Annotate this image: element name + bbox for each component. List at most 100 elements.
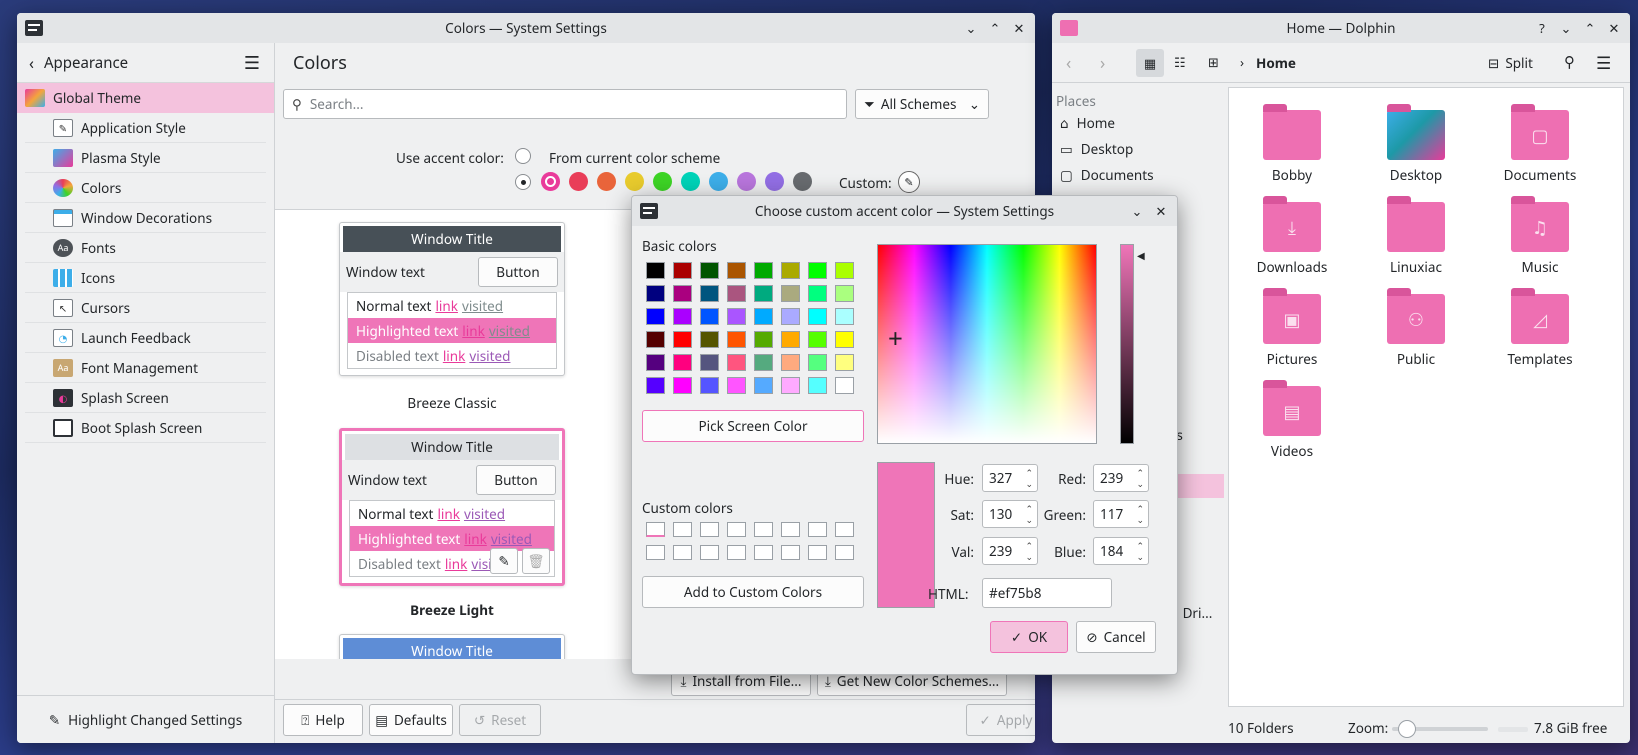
custom-color-cell[interactable] bbox=[781, 522, 800, 537]
search-icon[interactable]: ⚲ bbox=[1564, 52, 1575, 72]
minimize-icon[interactable]: ⌄ bbox=[1127, 201, 1147, 221]
basic-color-cell[interactable] bbox=[781, 377, 800, 394]
basic-color-cell[interactable] bbox=[754, 308, 773, 325]
places-item-desktop[interactable]: ▭ Desktop bbox=[1060, 140, 1133, 158]
accent-swatch[interactable] bbox=[709, 172, 728, 191]
basic-color-cell[interactable] bbox=[835, 308, 854, 325]
close-icon[interactable]: ✕ bbox=[1009, 18, 1029, 38]
custom-color-cell[interactable] bbox=[646, 545, 665, 560]
sidebar-item-launch-feedback[interactable]: ◔ Launch Feedback bbox=[25, 323, 266, 353]
icons-view-icon[interactable]: ▦ bbox=[1136, 49, 1164, 77]
basic-color-cell[interactable] bbox=[727, 308, 746, 325]
basic-color-cell[interactable] bbox=[781, 331, 800, 348]
basic-color-cell[interactable] bbox=[781, 262, 800, 279]
folder-item[interactable]: ▤ Videos bbox=[1237, 380, 1347, 460]
basic-color-cell[interactable] bbox=[781, 354, 800, 371]
basic-color-cell[interactable] bbox=[754, 377, 773, 394]
custom-color-cell[interactable] bbox=[727, 522, 746, 537]
close-icon[interactable]: ✕ bbox=[1151, 201, 1171, 221]
folder-item[interactable]: Bobby bbox=[1237, 104, 1347, 184]
basic-color-cell[interactable] bbox=[673, 285, 692, 302]
custom-color-cell[interactable] bbox=[700, 522, 719, 537]
basic-color-cell[interactable] bbox=[754, 331, 773, 348]
delete-scheme-button[interactable]: 🗑 bbox=[522, 548, 550, 574]
basic-color-cell[interactable] bbox=[646, 285, 665, 302]
scheme-preview-breeze-classic[interactable]: Window Title Window text Button Normal te… bbox=[339, 222, 565, 376]
accent-custom-radio[interactable] bbox=[515, 174, 531, 190]
ok-button[interactable]: ✓ OK bbox=[990, 621, 1068, 653]
basic-color-cell[interactable] bbox=[673, 377, 692, 394]
custom-color-cell[interactable] bbox=[781, 545, 800, 560]
sidebar-item-application-style[interactable]: ✎ Application Style bbox=[25, 113, 266, 143]
sidebar-item-global-theme[interactable]: Global Theme bbox=[17, 83, 274, 113]
custom-accent-picker-button[interactable]: ✎ bbox=[898, 171, 920, 193]
custom-color-cell[interactable] bbox=[808, 522, 827, 537]
basic-color-cell[interactable] bbox=[700, 377, 719, 394]
spin-arrows-icon[interactable]: ⌃ ⌄ bbox=[1136, 503, 1144, 525]
folder-item[interactable]: ◿ Templates bbox=[1485, 288, 1595, 368]
custom-color-cell[interactable] bbox=[808, 545, 827, 560]
basic-color-cell[interactable] bbox=[835, 377, 854, 394]
basic-color-cell[interactable] bbox=[808, 377, 827, 394]
custom-color-cell[interactable] bbox=[646, 522, 665, 537]
accent-swatch[interactable] bbox=[653, 172, 672, 191]
forward-icon[interactable]: › bbox=[1100, 51, 1105, 74]
basic-color-cell[interactable] bbox=[646, 377, 665, 394]
scheme-preview-breeze-light[interactable]: Window Title Window text Button Normal te… bbox=[339, 428, 565, 586]
basic-color-cell[interactable] bbox=[835, 331, 854, 348]
folder-item[interactable]: ⚇ Public bbox=[1361, 288, 1471, 368]
sidebar-item-colors[interactable]: Colors bbox=[25, 173, 266, 203]
highlight-changed-button[interactable]: ✎ Highlight Changed Settings bbox=[17, 695, 274, 743]
close-icon[interactable]: ✕ bbox=[1604, 18, 1624, 38]
basic-color-cell[interactable] bbox=[835, 262, 854, 279]
accent-swatch[interactable] bbox=[541, 172, 560, 191]
sidebar-item-font-management[interactable]: Aa Font Management bbox=[25, 353, 266, 383]
folder-item[interactable]: ⤓ Downloads bbox=[1237, 196, 1347, 276]
basic-color-cell[interactable] bbox=[700, 308, 719, 325]
apply-button[interactable]: ✓ Apply bbox=[966, 704, 1035, 736]
hue-spinbox[interactable]: 327 ⌃ ⌄ bbox=[982, 464, 1038, 492]
basic-color-cell[interactable] bbox=[727, 262, 746, 279]
sidebar-item-window-decorations[interactable]: Window Decorations bbox=[25, 203, 266, 233]
basic-color-cell[interactable] bbox=[727, 285, 746, 302]
custom-color-cell[interactable] bbox=[700, 545, 719, 560]
basic-color-cell[interactable] bbox=[646, 331, 665, 348]
red-spinbox[interactable]: 239 ⌃ ⌄ bbox=[1093, 464, 1149, 492]
green-spinbox[interactable]: 117 ⌃ ⌄ bbox=[1093, 500, 1149, 528]
cancel-button[interactable]: ⊘ Cancel bbox=[1076, 621, 1156, 653]
value-slider-marker-icon[interactable]: ◀ bbox=[1137, 248, 1145, 262]
basic-color-cell[interactable] bbox=[781, 285, 800, 302]
basic-color-cell[interactable] bbox=[673, 354, 692, 371]
settings-titlebar[interactable]: Colors — System Settings ⌄ ⌃ ✕ bbox=[17, 13, 1035, 43]
folder-item[interactable]: Desktop bbox=[1361, 104, 1471, 184]
help-icon[interactable]: ? bbox=[1532, 18, 1552, 38]
minimize-icon[interactable]: ⌄ bbox=[961, 18, 981, 38]
accent-swatch[interactable] bbox=[597, 172, 616, 191]
hamburger-menu-icon[interactable]: ☰ bbox=[1596, 51, 1611, 74]
custom-color-cell[interactable] bbox=[835, 545, 854, 560]
basic-color-cell[interactable] bbox=[808, 308, 827, 325]
breadcrumb[interactable]: Home bbox=[1256, 54, 1296, 72]
folder-item[interactable]: ▢ Documents bbox=[1485, 104, 1595, 184]
zoom-slider-handle[interactable] bbox=[1398, 720, 1416, 738]
scheme-filter-dropdown[interactable]: ⏷ All Schemes ⌄ bbox=[855, 89, 989, 119]
basic-color-cell[interactable] bbox=[646, 262, 665, 279]
pick-screen-color-button[interactable]: Pick Screen Color bbox=[642, 410, 864, 442]
basic-color-cell[interactable] bbox=[727, 354, 746, 371]
basic-color-cell[interactable] bbox=[808, 354, 827, 371]
sidebar-item-boot-splash-screen[interactable]: Boot Splash Screen bbox=[25, 413, 266, 443]
sidebar-item-cursors[interactable]: ↖ Cursors bbox=[25, 293, 266, 323]
sat-spinbox[interactable]: 130 ⌃ ⌄ bbox=[982, 500, 1038, 528]
basic-color-cell[interactable] bbox=[835, 285, 854, 302]
basic-color-cell[interactable] bbox=[700, 354, 719, 371]
spin-arrows-icon[interactable]: ⌃ ⌄ bbox=[1136, 540, 1144, 562]
basic-color-cell[interactable] bbox=[727, 331, 746, 348]
search-input[interactable]: ⚲ Search... bbox=[283, 89, 847, 119]
reset-button[interactable]: ↺ Reset bbox=[459, 704, 541, 736]
basic-color-cell[interactable] bbox=[700, 285, 719, 302]
val-spinbox[interactable]: 239 ⌃ ⌄ bbox=[982, 537, 1038, 565]
basic-color-cell[interactable] bbox=[673, 262, 692, 279]
split-button[interactable]: ⊟ Split bbox=[1488, 54, 1533, 72]
basic-color-cell[interactable] bbox=[673, 331, 692, 348]
basic-color-cell[interactable] bbox=[754, 262, 773, 279]
